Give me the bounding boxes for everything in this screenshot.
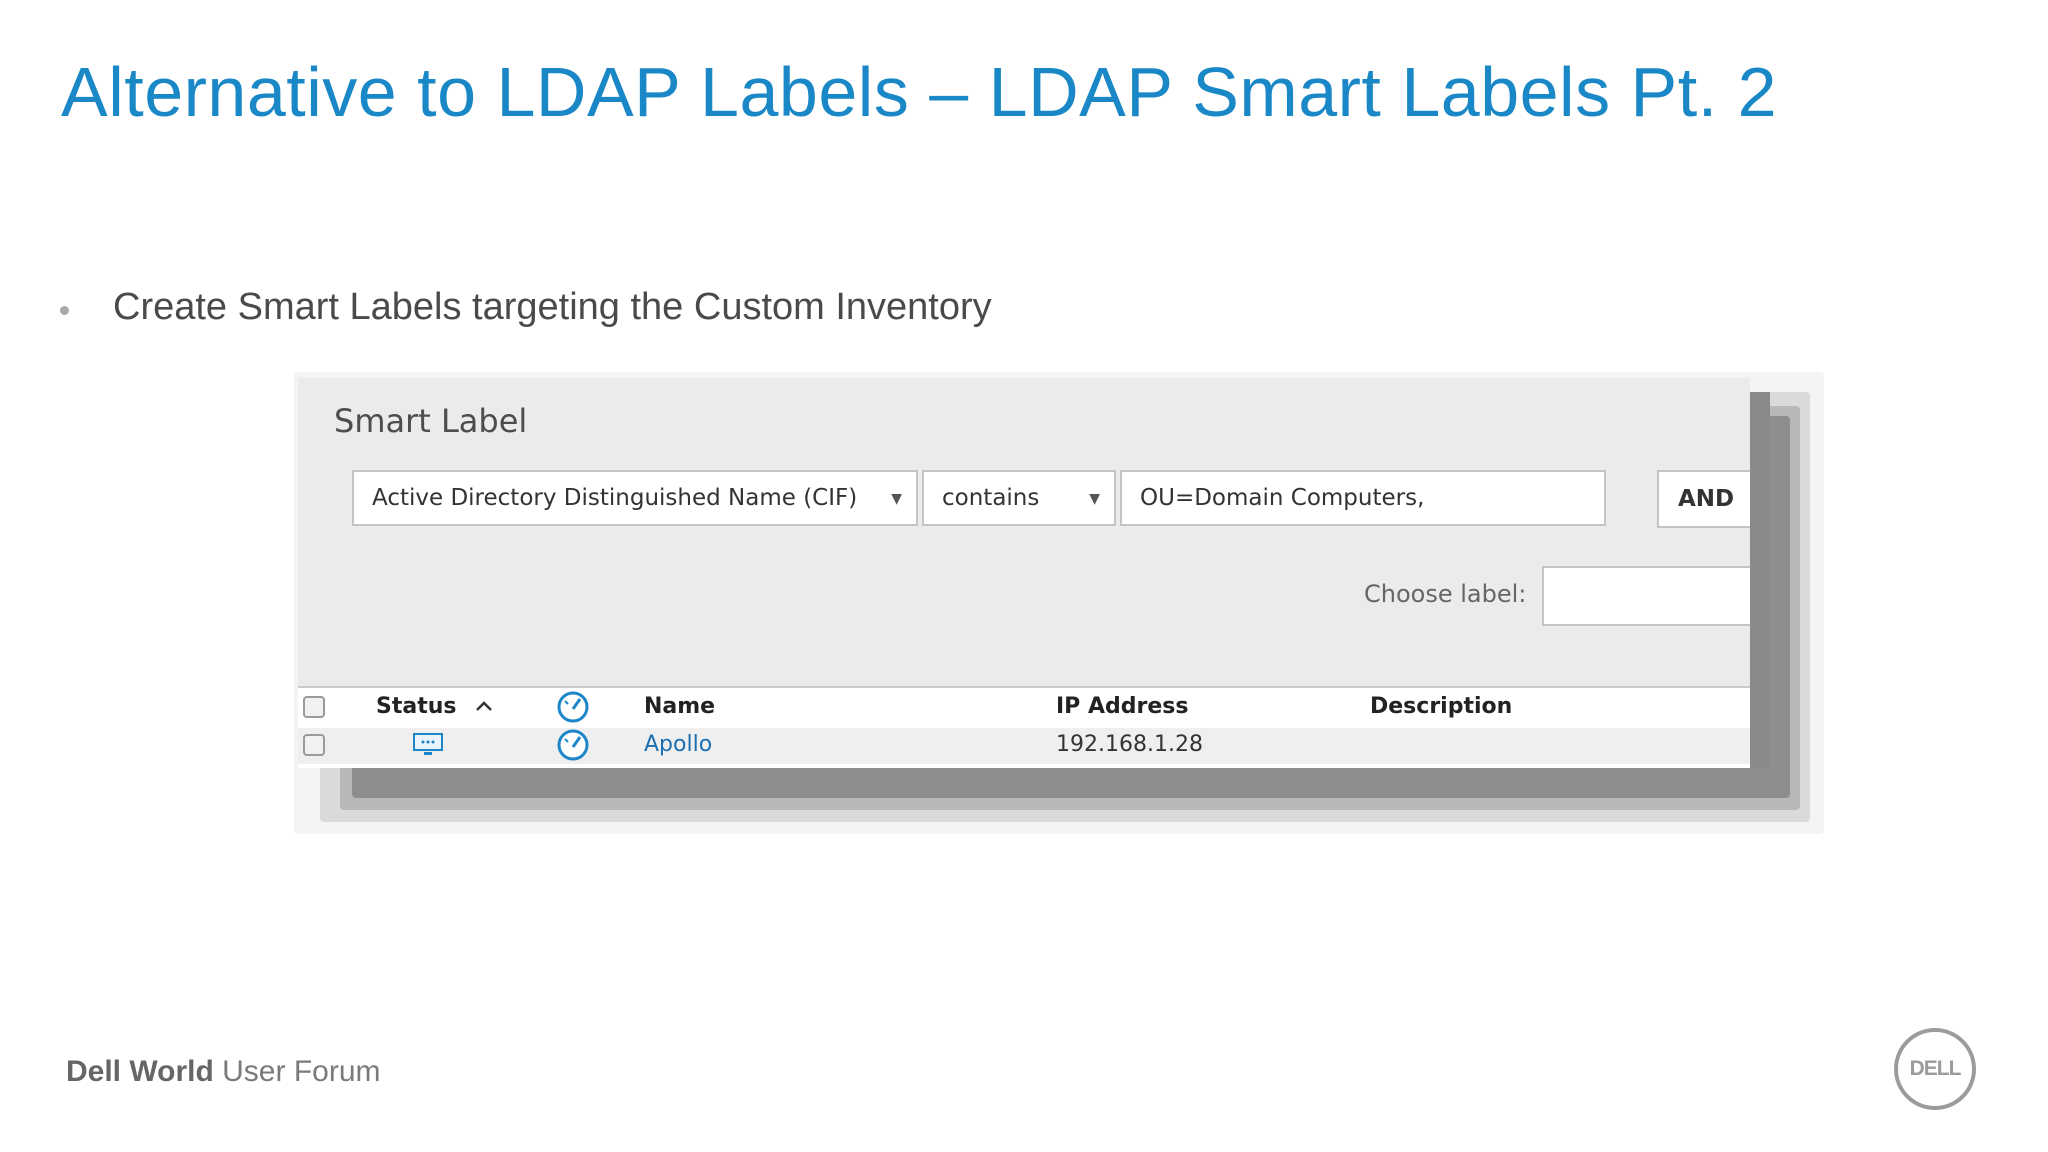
operator-select-value: contains xyxy=(942,485,1040,511)
footer-brand: Dell World User Forum xyxy=(66,1055,381,1089)
panel-title: Smart Label xyxy=(334,402,528,440)
table-header-row: Status Name IP Address Description xyxy=(298,690,1750,726)
column-header-status-label: Status xyxy=(376,694,457,719)
results-table: Status Name IP Address Description Apoll… xyxy=(298,686,1750,768)
and-button-label: AND xyxy=(1678,486,1735,512)
field-select-value: Active Directory Distinguished Name (CIF… xyxy=(372,485,858,511)
column-header-ip[interactable]: IP Address xyxy=(1056,694,1188,719)
column-header-description[interactable]: Description xyxy=(1370,694,1512,719)
and-button[interactable]: AND xyxy=(1657,470,1750,528)
choose-label-text: Choose label: xyxy=(1364,580,1527,608)
value-input-text: OU=Domain Computers, xyxy=(1140,485,1425,511)
gauge-icon[interactable] xyxy=(556,728,590,768)
screenshot-edge xyxy=(1750,392,1770,768)
bullet-text: Create Smart Labels targeting the Custom… xyxy=(113,286,992,328)
chevron-down-icon: ▼ xyxy=(891,491,902,507)
chevron-down-icon: ▼ xyxy=(1089,491,1100,507)
operator-select[interactable]: contains ▼ xyxy=(922,470,1116,526)
monitor-icon xyxy=(412,732,444,764)
bullet-dot xyxy=(60,306,69,315)
choose-label-input[interactable] xyxy=(1542,566,1750,626)
row-checkbox[interactable] xyxy=(303,734,325,756)
footer-brand-bold: Dell World xyxy=(66,1055,214,1088)
field-select[interactable]: Active Directory Distinguished Name (CIF… xyxy=(352,470,918,526)
value-input[interactable]: OU=Domain Computers, xyxy=(1120,470,1606,526)
gauge-icon xyxy=(556,690,590,730)
sort-ascending-icon xyxy=(476,701,493,711)
smart-label-screenshot: Smart Label Active Directory Distinguish… xyxy=(298,378,1750,768)
dell-logo: DELL xyxy=(1894,1028,1976,1110)
table-row[interactable]: Apollo 192.168.1.28 xyxy=(298,728,1750,764)
device-name-link[interactable]: Apollo xyxy=(644,732,712,757)
column-header-status[interactable]: Status xyxy=(376,694,494,719)
slide-title: Alternative to LDAP Labels – LDAP Smart … xyxy=(61,53,1778,131)
select-all-checkbox[interactable] xyxy=(303,696,325,718)
footer-brand-light: User Forum xyxy=(222,1055,381,1088)
device-ip: 192.168.1.28 xyxy=(1056,732,1203,757)
column-header-name[interactable]: Name xyxy=(644,694,715,719)
